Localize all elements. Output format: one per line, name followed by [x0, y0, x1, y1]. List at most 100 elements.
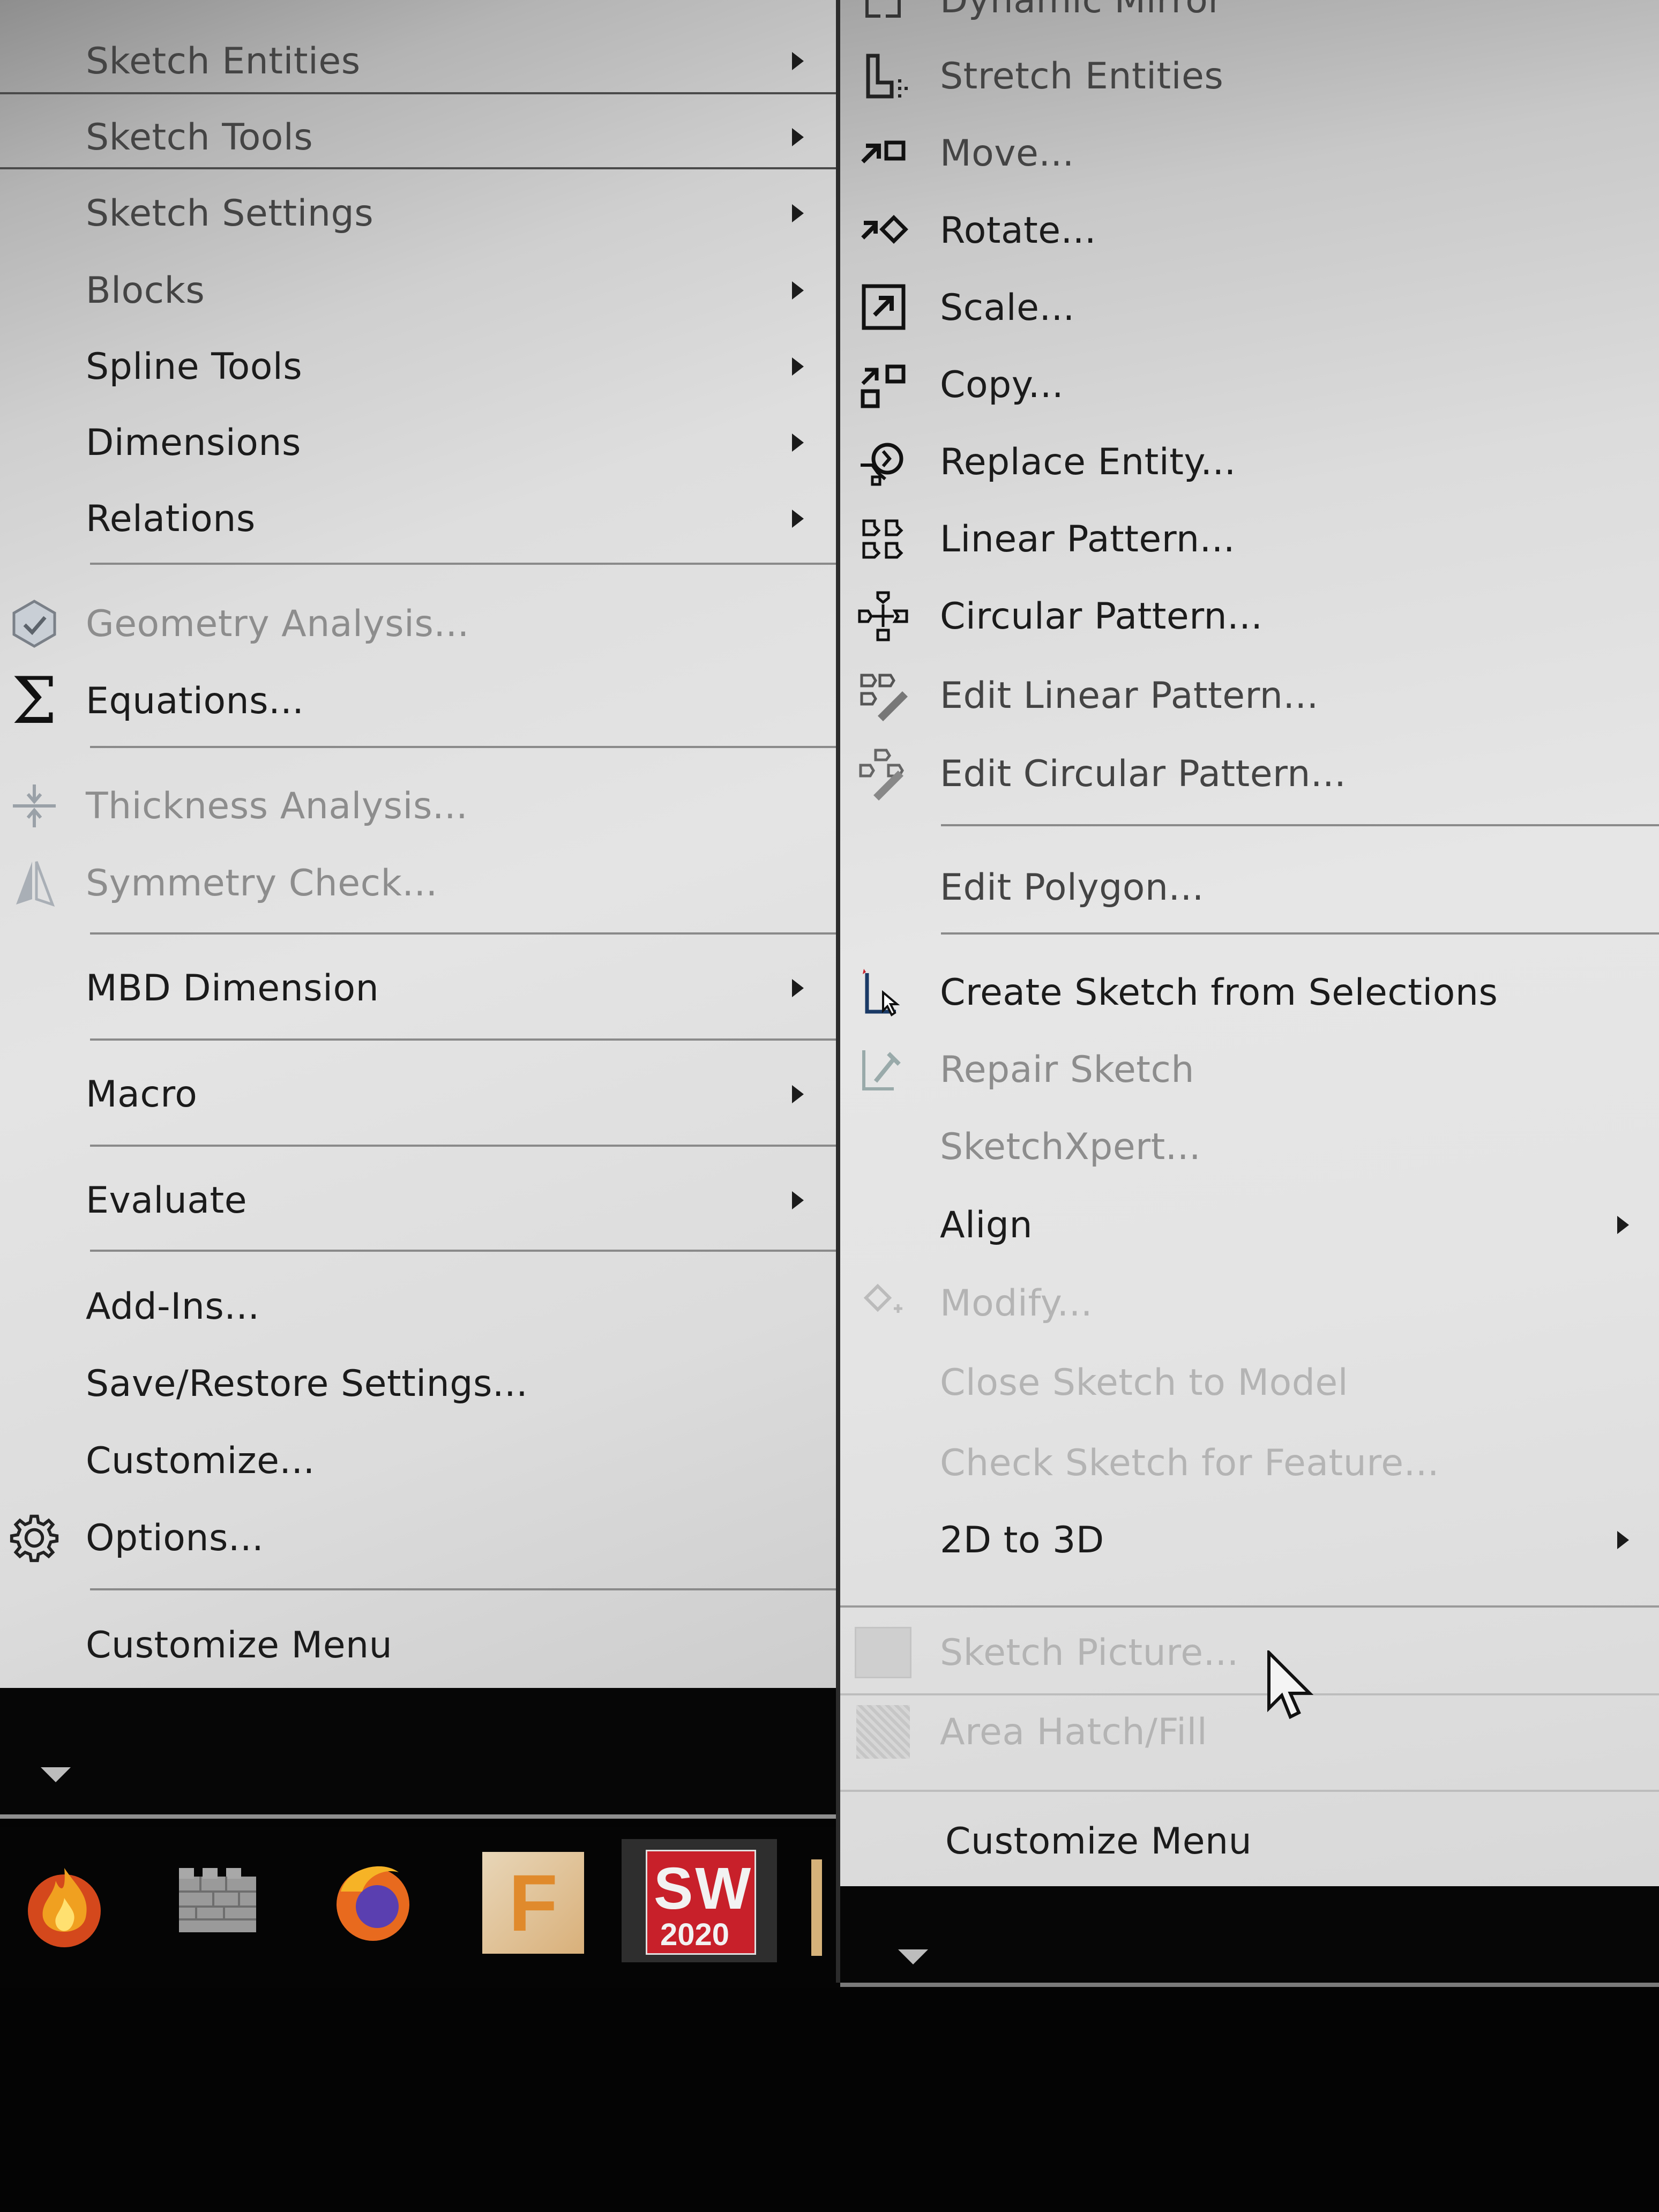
menu-separator: [90, 1250, 836, 1252]
menu-item-customize-menu[interactable]: Customize Menu: [0, 1606, 836, 1684]
menu-item-scale[interactable]: Scale...: [840, 269, 1659, 346]
menu-item-customize-menu-right[interactable]: Customize Menu: [840, 1803, 1659, 1880]
menu-item-mbd-dimension[interactable]: MBD Dimension: [0, 950, 836, 1027]
menu-item-equations[interactable]: Σ Equations...: [0, 662, 836, 739]
menu-item-move[interactable]: Move...: [840, 115, 1659, 192]
menu-item-label: SketchXpert...: [940, 1125, 1201, 1168]
fusion-app-icon[interactable]: F: [482, 1849, 589, 1956]
menu-item-relations[interactable]: Relations: [0, 480, 836, 557]
submenu-arrow-icon: [792, 1191, 804, 1209]
strip-divider: [840, 1983, 1659, 1987]
menu-item-check-sketch-for-feature[interactable]: Check Sketch for Feature...: [840, 1424, 1659, 1501]
menu-item-close-sketch-to-model[interactable]: Close Sketch to Model: [840, 1344, 1659, 1421]
solidworks-2020-icon[interactable]: SW 2020: [622, 1839, 777, 1962]
menu-item-label: Symmetry Check...: [86, 862, 438, 905]
menu-item-edit-polygon[interactable]: Edit Polygon...: [840, 849, 1659, 926]
menu-item-label: Check Sketch for Feature...: [940, 1441, 1439, 1484]
menu-item-label: Add-Ins...: [86, 1285, 260, 1328]
menu-item-sketch-picture[interactable]: Sketch Picture...: [840, 1614, 1659, 1691]
menu-item-label: Area Hatch/Fill: [940, 1710, 1208, 1753]
circular-pattern-icon: [851, 584, 915, 648]
menu-item-save-restore-settings[interactable]: Save/Restore Settings...: [0, 1345, 836, 1422]
menu-item-label: Stretch Entities: [940, 55, 1224, 98]
sigma-icon: Σ: [11, 663, 57, 738]
thickness-analysis-icon: [2, 774, 66, 838]
menu-separator: [840, 1790, 1659, 1792]
submenu-arrow-icon: [792, 281, 804, 300]
menu-expand-strip[interactable]: [0, 1688, 836, 1817]
taskbar-overflow-icon[interactable]: [811, 1859, 822, 1956]
menu-separator: [90, 932, 836, 935]
menu-item-label: MBD Dimension: [86, 967, 379, 1010]
submenu-arrow-icon: [792, 434, 804, 452]
submenu-arrow-icon: [792, 128, 804, 146]
menu-item-rotate[interactable]: Rotate...: [840, 192, 1659, 269]
submenu-arrow-icon: [1617, 1531, 1629, 1549]
menu-item-replace-entity[interactable]: Replace Entity...: [840, 423, 1659, 500]
menu-item-spline-tools[interactable]: Spline Tools: [0, 328, 836, 405]
menu-item-label: Geometry Analysis...: [86, 602, 469, 645]
submenu-arrow-icon: [1617, 1216, 1629, 1234]
menu-item-geometry-analysis[interactable]: Geometry Analysis...: [0, 585, 836, 662]
expand-caret-icon: [898, 1949, 928, 1964]
menu-item-linear-pattern[interactable]: Linear Pattern...: [840, 500, 1659, 578]
menu-item-blocks[interactable]: Blocks: [0, 252, 836, 329]
menu-item-symmetry-check[interactable]: Symmetry Check...: [0, 845, 836, 922]
submenu-expand-strip[interactable]: [840, 1886, 1659, 1983]
menu-item-repair-sketch[interactable]: Repair Sketch: [840, 1031, 1659, 1108]
menu-item-sketch-entities[interactable]: Sketch Entities: [0, 23, 836, 100]
menu-item-label: Spline Tools: [86, 345, 303, 388]
menu-item-edit-circular-pattern[interactable]: Edit Circular Pattern...: [840, 735, 1659, 812]
edit-circular-pattern-icon: [851, 742, 915, 806]
fusion-letter: F: [509, 1857, 558, 1948]
menu-item-circular-pattern[interactable]: Circular Pattern...: [840, 578, 1659, 655]
menu-item-label: Create Sketch from Selections: [940, 971, 1498, 1014]
menu-item-customize[interactable]: Customize...: [0, 1422, 836, 1499]
menu-item-macro[interactable]: Macro: [0, 1056, 836, 1133]
menu-item-label: Linear Pattern...: [940, 518, 1235, 561]
menu-item-label: Repair Sketch: [940, 1048, 1194, 1091]
repair-sketch-icon: [851, 1037, 915, 1102]
strip-divider: [0, 1814, 836, 1819]
menu-separator: [90, 1038, 836, 1041]
menu-item-add-ins[interactable]: Add-Ins...: [0, 1268, 836, 1345]
menu-item-label: Sketch Entities: [86, 40, 361, 83]
firewall-app-icon[interactable]: [164, 1849, 271, 1956]
menu-item-label: Circular Pattern...: [940, 595, 1263, 638]
submenu-arrow-icon: [792, 357, 804, 376]
menu-item-2d-to-3d[interactable]: 2D to 3D: [840, 1501, 1659, 1579]
menu-item-sketch-tools[interactable]: Sketch Tools: [0, 99, 836, 176]
menu-item-label: Edit Polygon...: [940, 866, 1204, 909]
menu-item-stretch-entities[interactable]: Stretch Entities: [840, 38, 1659, 115]
menu-item-options[interactable]: Options...: [0, 1499, 836, 1576]
dynamic-mirror-icon: [851, 0, 915, 32]
replace-entity-icon: [851, 430, 915, 494]
menu-item-create-sketch-from-selections[interactable]: Create Sketch from Selections: [840, 954, 1659, 1031]
menu-item-evaluate[interactable]: Evaluate: [0, 1162, 836, 1239]
menu-item-dimensions[interactable]: Dimensions: [0, 404, 836, 481]
flame-app-icon[interactable]: [11, 1849, 118, 1956]
menu-item-align[interactable]: Align: [840, 1186, 1659, 1264]
menu-item-copy[interactable]: Copy...: [840, 346, 1659, 423]
create-sketch-from-selections-icon: [851, 960, 915, 1025]
submenu-arrow-icon: [792, 204, 804, 222]
menu-item-dynamic-mirror[interactable]: Dynamic Mirror: [840, 0, 1659, 39]
menu-item-sketch-settings[interactable]: Sketch Settings: [0, 175, 836, 252]
menu-item-label: Move...: [940, 132, 1074, 175]
submenu-arrow-icon: [792, 979, 804, 997]
taskbar: F SW 2020: [0, 1827, 840, 1988]
menu-item-label: Rotate...: [940, 209, 1096, 252]
menu-item-label: Copy...: [940, 363, 1064, 406]
menu-item-thickness-analysis[interactable]: Thickness Analysis...: [0, 767, 836, 845]
menu-item-edit-linear-pattern[interactable]: Edit Linear Pattern...: [840, 657, 1659, 734]
firefox-icon[interactable]: [319, 1849, 427, 1956]
geometry-analysis-icon: [2, 592, 66, 656]
menu-item-label: Close Sketch to Model: [940, 1361, 1349, 1404]
menu-item-sketchxpert[interactable]: SketchXpert...: [840, 1108, 1659, 1185]
symmetry-check-icon: [2, 851, 66, 915]
menu-item-modify[interactable]: Modify...: [840, 1265, 1659, 1342]
linear-pattern-icon: [851, 507, 915, 571]
menu-item-area-hatch-fill[interactable]: Area Hatch/Fill: [840, 1693, 1659, 1770]
mouse-cursor-icon: [1265, 1648, 1318, 1728]
solidworks-version: 2020: [660, 1917, 730, 1952]
